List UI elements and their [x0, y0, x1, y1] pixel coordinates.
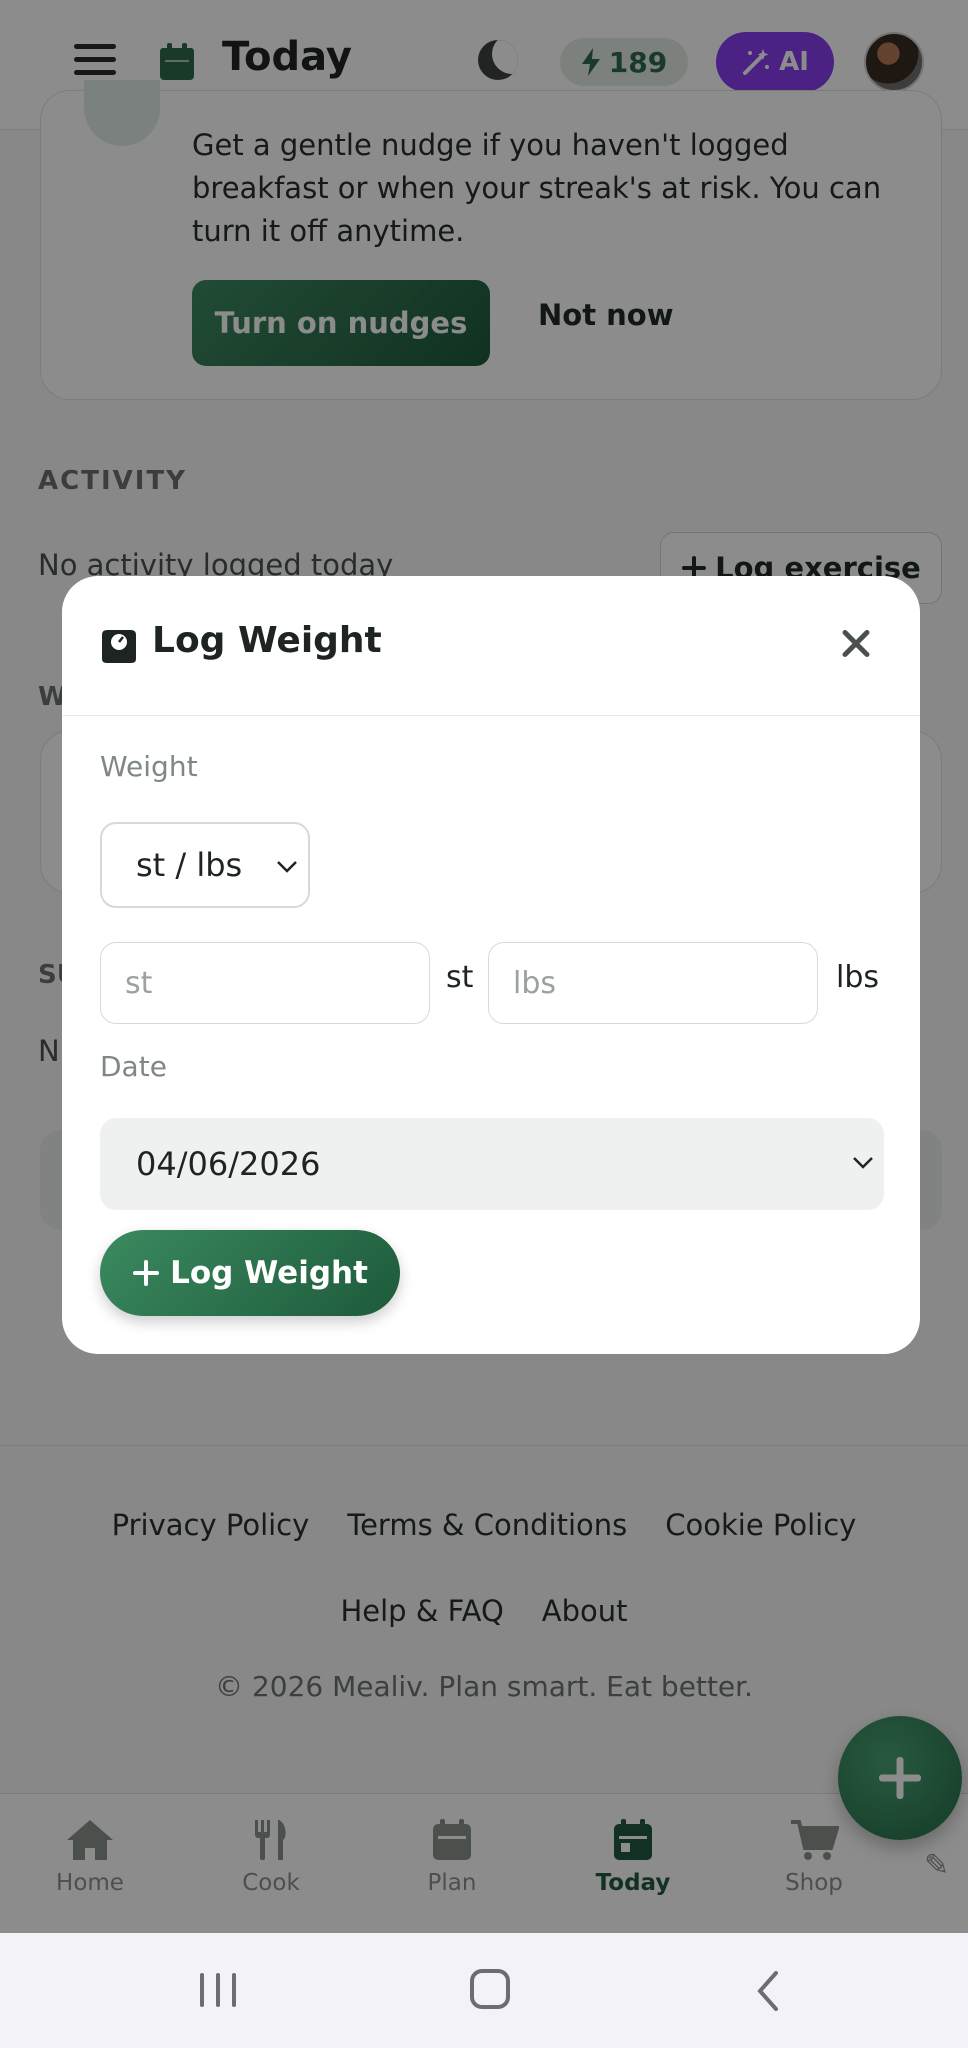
plus-icon — [133, 1260, 160, 1286]
close-icon[interactable] — [826, 614, 886, 674]
unit-select[interactable]: st / lbs — [100, 822, 310, 908]
modal-title: Log Weight — [152, 620, 382, 661]
recent-apps-icon[interactable] — [200, 1973, 236, 2007]
system-nav-bar — [0, 1933, 968, 2048]
date-value: 04/06/2026 — [136, 1145, 321, 1183]
log-weight-button[interactable]: Log Weight — [100, 1230, 400, 1316]
back-icon[interactable] — [756, 1971, 780, 2011]
home-button-icon[interactable] — [470, 1969, 510, 2009]
date-label: Date — [100, 1050, 167, 1083]
log-weight-modal: Log Weight Weight st / lbs st lbs Date 0… — [62, 576, 920, 1354]
modal-header: Log Weight — [62, 576, 920, 716]
chevron-down-icon — [853, 1157, 873, 1169]
date-field[interactable]: 04/06/2026 — [100, 1118, 884, 1210]
log-weight-label: Log Weight — [170, 1255, 368, 1291]
scale-icon — [102, 630, 136, 663]
pounds-unit-label: lbs — [836, 960, 880, 995]
weight-label: Weight — [100, 750, 198, 783]
unit-select-value: st / lbs — [136, 846, 243, 884]
pounds-input[interactable] — [488, 942, 818, 1024]
chevron-down-icon — [277, 861, 297, 873]
stones-unit-label: st — [446, 960, 474, 995]
stones-input[interactable] — [100, 942, 430, 1024]
